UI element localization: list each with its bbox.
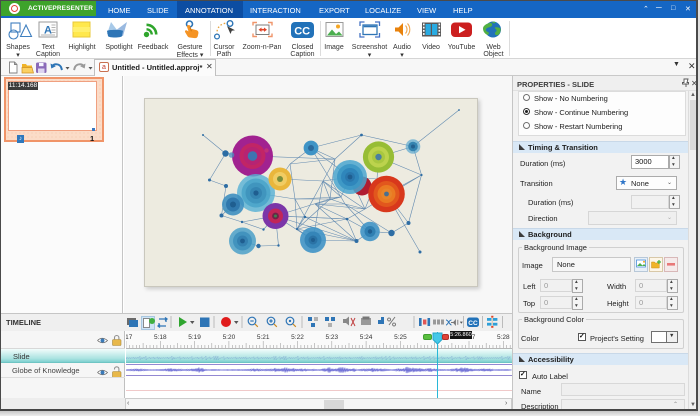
svg-text:5:18: 5:18 <box>154 334 167 341</box>
svg-text:5:17: 5:17 <box>126 334 133 341</box>
svg-text:5:25: 5:25 <box>394 334 407 341</box>
svg-text:5:19: 5:19 <box>188 334 201 341</box>
svg-text:5:23: 5:23 <box>325 334 338 341</box>
svg-text:CC: CC <box>468 320 478 327</box>
svg-text:5:28: 5:28 <box>497 334 510 341</box>
svg-text:5:24: 5:24 <box>360 334 373 341</box>
svg-text:5:20: 5:20 <box>223 334 236 341</box>
svg-text:5:21: 5:21 <box>257 334 270 341</box>
svg-text:5:22: 5:22 <box>291 334 304 341</box>
